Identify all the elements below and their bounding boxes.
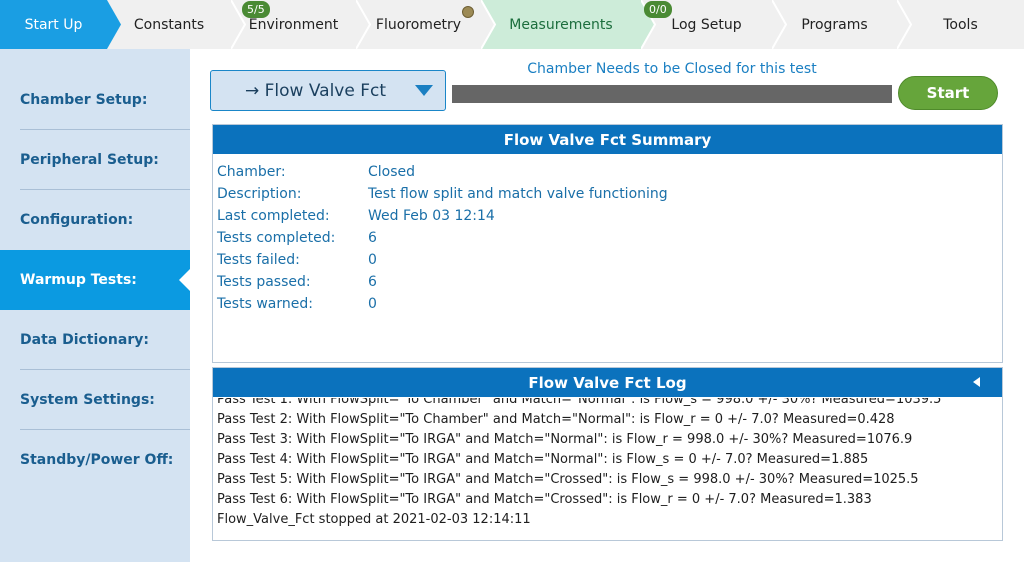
summary-row-description: Description: Test flow split and match v… (217, 183, 997, 205)
sidebar-item-label: Chamber Setup: (20, 92, 148, 108)
summary-key: Tests passed: (217, 274, 311, 290)
environment-badge: 5/5 (242, 1, 270, 18)
summary-value: 0 (368, 252, 377, 268)
summary-key: Last completed: (217, 208, 330, 224)
sidebar-item-label: Peripheral Setup: (20, 152, 159, 168)
tab-label: Start Up (24, 16, 83, 33)
summary-row-tests-warned: Tests warned: 0 (217, 293, 997, 315)
sidebar-item-configuration[interactable]: Configuration: (0, 190, 190, 250)
tab-label: Programs (801, 16, 868, 33)
summary-value: 6 (368, 230, 377, 246)
active-pointer-icon (179, 269, 190, 291)
top-tab-bar: Start Up Constants Environment Fluoromet… (0, 0, 1024, 49)
sidebar-item-standby-power-off[interactable]: Standby/Power Off: (0, 430, 190, 490)
sidebar-item-peripheral-setup[interactable]: Peripheral Setup: (0, 130, 190, 190)
sidebar-item-label: System Settings: (20, 392, 155, 408)
log-line: Flow_Valve_Fct stopped at 2021-02-03 12:… (217, 512, 531, 527)
summary-key: Tests warned: (217, 296, 313, 312)
tab-label: Constants (133, 16, 205, 33)
summary-value: Wed Feb 03 12:14 (368, 208, 495, 224)
sidebar-item-warmup-tests[interactable]: Warmup Tests: (0, 250, 190, 310)
test-select-value: → Flow Valve Fct (245, 80, 387, 101)
test-select-dropdown[interactable]: → Flow Valve Fct (210, 70, 446, 111)
tab-label: Tools (943, 16, 978, 33)
sidebar-item-label: Standby/Power Off: (20, 452, 174, 468)
chamber-notice: Chamber Needs to be Closed for this test (527, 61, 817, 77)
log-title: Flow Valve Fct Log (528, 373, 687, 392)
summary-value: Test flow split and match valve function… (368, 186, 668, 202)
caret-down-icon (415, 85, 433, 96)
summary-key: Chamber: (217, 164, 286, 180)
collapse-arrow-icon[interactable] (973, 377, 980, 387)
log-line: Pass Test 3: With FlowSplit="To IRGA" an… (217, 432, 913, 447)
log-line: Pass Test 5: With FlowSplit="To IRGA" an… (217, 472, 919, 487)
summary-panel: Flow Valve Fct Summary Chamber: Closed D… (212, 124, 1003, 363)
log-header: Flow Valve Fct Log (213, 368, 1002, 397)
summary-row-chamber: Chamber: Closed (217, 161, 997, 183)
summary-row-tests-completed: Tests completed: 6 (217, 227, 997, 249)
tab-label: Fluorometry (375, 16, 462, 33)
sidebar: Chamber Setup: Peripheral Setup: Configu… (0, 49, 190, 562)
tab-label: Log Setup (671, 16, 742, 33)
tab-start-up[interactable]: Start Up (0, 0, 107, 49)
sidebar-item-label: Data Dictionary: (20, 332, 149, 348)
log-line: Pass Test 2: With FlowSplit="To Chamber"… (217, 412, 895, 427)
tab-tools[interactable]: Tools (897, 0, 1024, 49)
start-button[interactable]: Start (898, 76, 998, 110)
summary-key: Description: (217, 186, 302, 202)
tab-label: Environment (248, 16, 339, 33)
summary-row-tests-failed: Tests failed: 0 (217, 249, 997, 271)
summary-value: 0 (368, 296, 377, 312)
summary-title: Flow Valve Fct Summary (213, 125, 1002, 154)
summary-key: Tests completed: (217, 230, 336, 246)
log-line: Pass Test 1: With FlowSplit="To Chamber"… (217, 398, 942, 407)
test-progress-bar (452, 85, 892, 103)
tab-constants[interactable]: Constants (107, 0, 231, 49)
log-panel: Flow Valve Fct Log Pass Test 1: With Flo… (212, 367, 1003, 541)
tab-label: Measurements (509, 16, 613, 33)
summary-value: Closed (368, 164, 416, 180)
sidebar-item-data-dictionary[interactable]: Data Dictionary: (0, 310, 190, 370)
log-line: Pass Test 6: With FlowSplit="To IRGA" an… (217, 492, 872, 507)
log-line: Pass Test 4: With FlowSplit="To IRGA" an… (217, 452, 869, 467)
summary-key: Tests failed: (217, 252, 300, 268)
summary-row-last-completed: Last completed: Wed Feb 03 12:14 (217, 205, 997, 227)
sidebar-item-system-settings[interactable]: System Settings: (0, 370, 190, 430)
tab-measurements[interactable]: Measurements (481, 0, 641, 49)
sidebar-item-label: Warmup Tests: (20, 272, 137, 288)
sidebar-item-chamber-setup[interactable]: Chamber Setup: (0, 70, 190, 130)
tab-programs[interactable]: Programs (772, 0, 897, 49)
status-dot-icon (462, 6, 474, 18)
summary-value: 6 (368, 274, 377, 290)
summary-row-tests-passed: Tests passed: 6 (217, 271, 997, 293)
log-scroll-area[interactable]: Pass Test 1: With FlowSplit="To Chamber"… (217, 398, 997, 540)
log-setup-badge: 0/0 (644, 1, 672, 18)
sidebar-item-label: Configuration: (20, 212, 134, 228)
